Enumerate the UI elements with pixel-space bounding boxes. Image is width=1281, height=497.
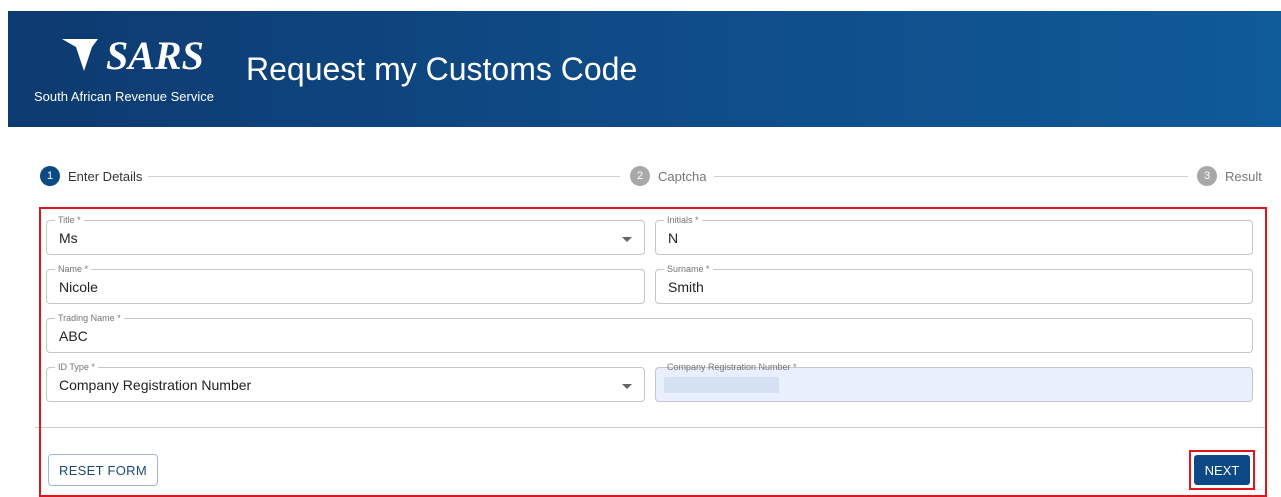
sars-logo-mark: SARS — [62, 33, 204, 77]
step-connector — [148, 176, 620, 177]
next-button-highlight: NEXT — [1189, 450, 1255, 490]
step-label: Enter Details — [68, 168, 143, 184]
stepper: 1 Enter Details 2 Captcha 3 Result — [40, 165, 1265, 187]
step-captcha[interactable]: 2 Captcha — [630, 165, 706, 187]
step-label: Captcha — [658, 168, 707, 184]
sars-logo: SARS South African Revenue Service — [34, 33, 234, 113]
logo-subtitle: South African Revenue Service — [34, 89, 214, 104]
logo-wordmark: SARS — [106, 33, 204, 77]
step-enter-details[interactable]: 1 Enter Details — [40, 165, 142, 187]
form-highlight-box — [39, 207, 1267, 497]
reset-form-button[interactable]: RESET FORM — [48, 454, 158, 486]
page-title: Request my Customs Code — [246, 51, 638, 87]
step-label: Result — [1225, 168, 1262, 184]
step-number: 1 — [40, 166, 60, 186]
step-result[interactable]: 3 Result — [1197, 165, 1262, 187]
header-banner: SARS South African Revenue Service Reque… — [8, 11, 1281, 127]
next-button[interactable]: NEXT — [1194, 455, 1250, 485]
step-number: 2 — [630, 166, 650, 186]
step-connector — [714, 176, 1188, 177]
step-number: 3 — [1197, 166, 1217, 186]
